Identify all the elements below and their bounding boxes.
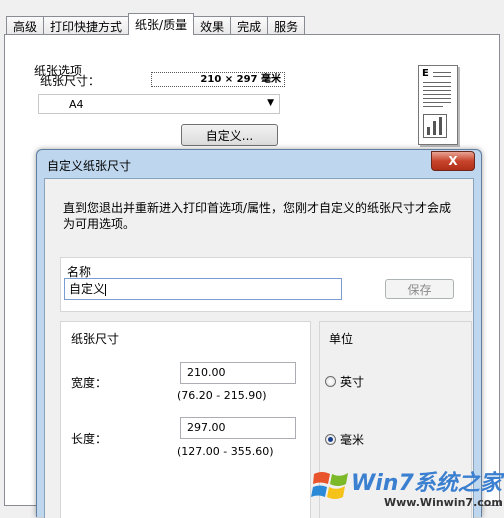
- paper-size-group-label: 纸张尺寸: [71, 332, 120, 346]
- radio-button-checked-icon[interactable]: [325, 434, 336, 445]
- paper-size-group: 纸张尺寸 宽度： 210.00 (76.20 - 215.90) 长度： 297…: [60, 321, 311, 518]
- name-group: 名称 自定义 保存: [60, 257, 472, 312]
- name-input-value: 自定义: [69, 282, 106, 296]
- unit-option-mm[interactable]: 毫米: [325, 431, 364, 448]
- preview-letter: E: [422, 68, 429, 79]
- paper-size-label: 纸张尺寸：: [40, 74, 101, 88]
- tab-advanced[interactable]: 高级: [6, 16, 45, 35]
- unit-group-label: 单位: [329, 332, 354, 346]
- radio-button-icon[interactable]: [325, 376, 336, 387]
- watermark-url: Www.Winwin7.com: [384, 496, 503, 509]
- length-label: 长度：: [71, 432, 108, 446]
- preview-text-line: [433, 76, 451, 77]
- paper-size-dropdown[interactable]: A4 ▼: [38, 94, 280, 114]
- tab-strip: 高级 打印快捷方式 纸张/质量 效果 完成 服务: [6, 13, 306, 35]
- paper-size-value: 210 × 297 毫米: [151, 72, 285, 87]
- text-caret: [105, 283, 107, 296]
- width-label: 宽度：: [71, 376, 108, 390]
- watermark-brand: Win7系统之家: [351, 471, 502, 496]
- save-button[interactable]: 保存: [385, 279, 454, 299]
- close-button[interactable]: X: [431, 151, 475, 171]
- length-range: (127.00 - 355.60): [177, 445, 274, 458]
- width-range: (76.20 - 215.90): [177, 389, 267, 402]
- length-input[interactable]: 297.00: [180, 417, 296, 439]
- preview-text-line: [423, 106, 443, 107]
- dialog-instruction: 直到您退出并重新进入打印首选项/属性，您刚才自定义的纸张尺寸才会成为可用选项。: [63, 201, 452, 231]
- preview-text-line: [423, 86, 451, 87]
- preview-text-line: [433, 72, 451, 73]
- preview-text-line: [423, 94, 451, 95]
- tab-printing-shortcuts[interactable]: 打印快捷方式: [43, 16, 130, 35]
- preview-chart-icon: [423, 114, 447, 138]
- preview-text-line: [423, 90, 451, 91]
- paper-size-selected: A4: [69, 98, 84, 111]
- windows-logo-icon: [311, 472, 348, 499]
- unit-option-inch[interactable]: 英寸: [325, 373, 364, 390]
- unit-option-label: 英寸: [340, 375, 365, 389]
- watermark: Win7系统之家 Www.Winwin7.com: [306, 460, 503, 516]
- preview-text-line: [423, 98, 451, 99]
- dropdown-arrow-icon: ▼: [267, 98, 274, 108]
- name-input[interactable]: 自定义: [64, 278, 342, 300]
- close-icon: X: [448, 154, 458, 168]
- unit-option-label: 毫米: [340, 433, 365, 447]
- custom-size-button[interactable]: 自定义...: [181, 124, 278, 146]
- tab-paper-quality[interactable]: 纸张/质量: [128, 13, 195, 35]
- dialog-title: 自定义纸张尺寸: [47, 159, 132, 173]
- tab-effects[interactable]: 效果: [193, 16, 232, 35]
- tab-services[interactable]: 服务: [267, 16, 306, 35]
- page-preview: E: [418, 65, 458, 145]
- tab-finishing[interactable]: 完成: [230, 16, 269, 35]
- preview-text-line: [423, 102, 451, 103]
- preview-text-line: [423, 82, 451, 83]
- width-input[interactable]: 210.00: [180, 362, 296, 384]
